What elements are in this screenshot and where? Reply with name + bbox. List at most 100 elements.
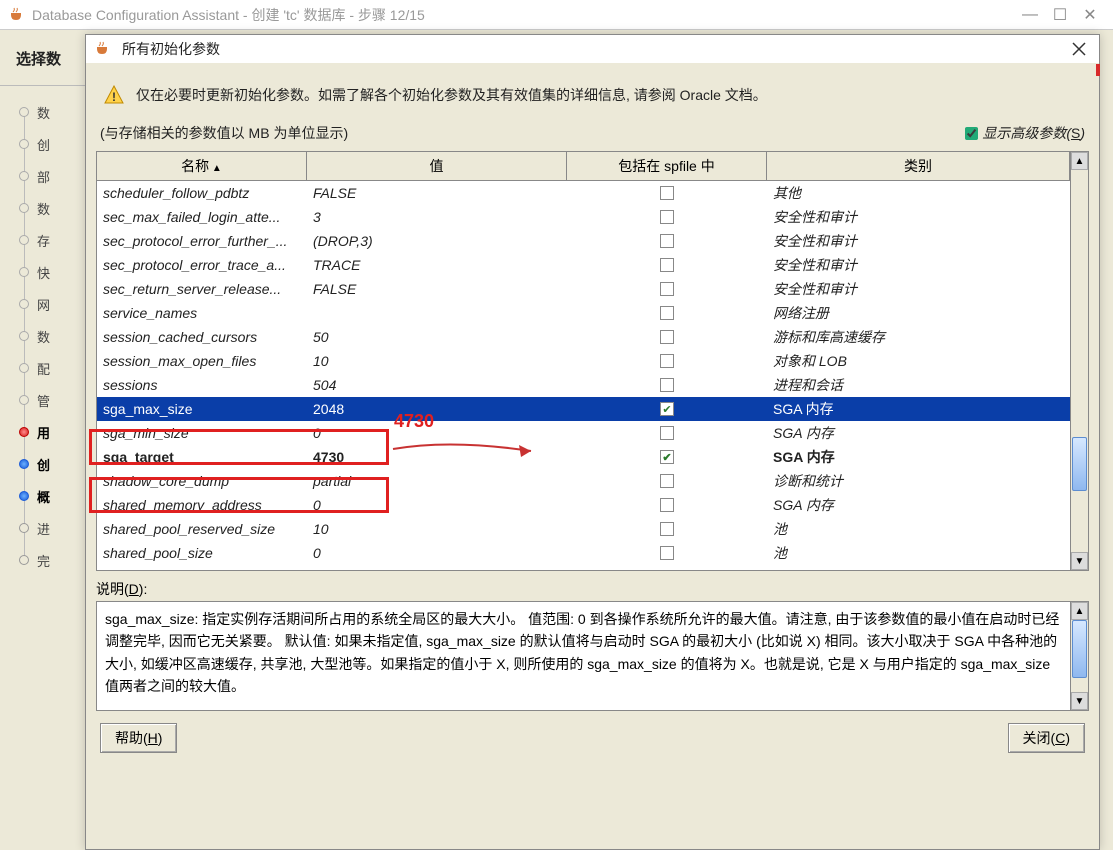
table-row[interactable]: sga_min_size0SGA 内存 (97, 421, 1070, 445)
spfile-checkbox[interactable] (660, 546, 674, 560)
cell-value[interactable]: 4730 (307, 449, 567, 465)
spfile-checkbox[interactable] (660, 306, 674, 320)
table-row[interactable]: sec_protocol_error_trace_a...TRACE安全性和审计 (97, 253, 1070, 277)
wizard-step[interactable]: 完 (24, 548, 75, 572)
wizard-step[interactable]: 部 (24, 164, 75, 188)
wizard-step[interactable]: 快 (24, 260, 75, 284)
spfile-checkbox[interactable] (660, 282, 674, 296)
cell-spfile[interactable] (567, 498, 767, 512)
spfile-checkbox[interactable] (660, 474, 674, 488)
cell-spfile[interactable] (567, 258, 767, 272)
table-scrollbar[interactable]: ▲ ▼ (1070, 152, 1088, 570)
wizard-step[interactable]: 配 (24, 356, 75, 380)
desc-scroll-down[interactable]: ▼ (1071, 692, 1088, 710)
cell-spfile[interactable] (567, 354, 767, 368)
cell-spfile[interactable] (567, 378, 767, 392)
desc-scroll-up[interactable]: ▲ (1071, 602, 1088, 620)
table-row[interactable]: sec_protocol_error_further_...(DROP,3)安全… (97, 229, 1070, 253)
spfile-checkbox[interactable] (660, 234, 674, 248)
header-spfile[interactable]: 包括在 spfile 中 (567, 152, 767, 180)
cell-spfile[interactable] (567, 306, 767, 320)
cell-spfile[interactable] (567, 330, 767, 344)
description-textarea[interactable]: sga_max_size: 指定实例存活期间所占用的系统全局区的最大大小。 值范… (97, 602, 1070, 710)
wizard-step[interactable]: 进 (24, 516, 75, 540)
table-row[interactable]: sec_max_failed_login_atte...3安全性和审计 (97, 205, 1070, 229)
cell-value[interactable]: FALSE (307, 185, 567, 201)
cell-spfile[interactable] (567, 522, 767, 536)
minimize-button[interactable]: — (1015, 6, 1045, 24)
spfile-checkbox[interactable] (660, 186, 674, 200)
wizard-step[interactable]: 创 (24, 132, 75, 156)
show-advanced-checkbox[interactable]: 显示高级参数(S) (965, 123, 1085, 143)
header-category[interactable]: 类别 (767, 152, 1070, 180)
wizard-step[interactable]: 存 (24, 228, 75, 252)
cell-spfile[interactable] (567, 282, 767, 296)
cell-value[interactable]: 10 (307, 353, 567, 369)
wizard-step[interactable]: 数 (24, 196, 75, 220)
cell-spfile[interactable] (567, 426, 767, 440)
cell-spfile[interactable] (567, 210, 767, 224)
wizard-step[interactable]: 创 (24, 452, 75, 476)
table-row[interactable]: shadow_core_dumppartial诊断和统计 (97, 469, 1070, 493)
cell-spfile[interactable] (567, 186, 767, 200)
desc-scrollbar[interactable]: ▲ ▼ (1070, 602, 1088, 710)
table-row[interactable]: shared_server_sessions共享服务器 (97, 565, 1070, 570)
table-row[interactable]: session_cached_cursors50游标和库高速缓存 (97, 325, 1070, 349)
scroll-up-button[interactable]: ▲ (1071, 152, 1088, 170)
dialog-close-button[interactable] (1067, 39, 1091, 59)
header-name[interactable]: 名称 (97, 152, 307, 180)
wizard-step[interactable]: 网 (24, 292, 75, 316)
spfile-checkbox[interactable] (660, 258, 674, 272)
table-row[interactable]: shared_memory_address0SGA 内存 (97, 493, 1070, 517)
spfile-checkbox[interactable] (660, 522, 674, 536)
main-close-button[interactable]: ✕ (1075, 5, 1105, 25)
help-button[interactable]: 帮助(H) (100, 723, 177, 753)
cell-value[interactable]: 0 (307, 497, 567, 513)
show-advanced-checkbox-input[interactable] (965, 127, 978, 140)
table-row[interactable]: sessions504进程和会话 (97, 373, 1070, 397)
cell-value[interactable]: 0 (307, 545, 567, 561)
cell-value[interactable]: 50 (307, 329, 567, 345)
table-row[interactable]: session_max_open_files10对象和 LOB (97, 349, 1070, 373)
table-row[interactable]: shared_pool_size0池 (97, 541, 1070, 565)
cell-value[interactable]: 10 (307, 521, 567, 537)
spfile-checkbox[interactable]: ✔ (660, 402, 674, 416)
wizard-step[interactable]: 用 (24, 420, 75, 444)
cell-value[interactable]: 0 (307, 425, 567, 441)
spfile-checkbox[interactable] (660, 210, 674, 224)
cell-value[interactable]: (DROP,3) (307, 233, 567, 249)
cell-spfile[interactable] (567, 474, 767, 488)
spfile-checkbox[interactable] (660, 378, 674, 392)
spfile-checkbox[interactable] (660, 498, 674, 512)
wizard-step[interactable]: 数 (24, 100, 75, 124)
close-button[interactable]: 关闭(C) (1008, 723, 1085, 753)
spfile-checkbox[interactable] (660, 354, 674, 368)
cell-spfile[interactable] (567, 234, 767, 248)
cell-value[interactable]: 2048 (307, 401, 567, 417)
scroll-thumb[interactable] (1072, 437, 1087, 490)
cell-spfile[interactable] (567, 546, 767, 560)
header-value[interactable]: 值 (307, 152, 567, 180)
table-row[interactable]: service_names网络注册 (97, 301, 1070, 325)
wizard-step[interactable]: 概 (24, 484, 75, 508)
cell-value[interactable]: partial (307, 473, 567, 489)
spfile-checkbox[interactable] (660, 330, 674, 344)
spfile-checkbox[interactable]: ✔ (660, 450, 674, 464)
cell-spfile[interactable]: ✔ (567, 402, 767, 416)
spfile-checkbox[interactable] (660, 426, 674, 440)
wizard-step[interactable]: 管 (24, 388, 75, 412)
table-row[interactable]: shared_pool_reserved_size10池 (97, 517, 1070, 541)
cell-value[interactable]: 504 (307, 377, 567, 393)
scroll-down-button[interactable]: ▼ (1071, 552, 1088, 570)
cell-value[interactable]: FALSE (307, 281, 567, 297)
wizard-step[interactable]: 数 (24, 324, 75, 348)
table-row[interactable]: sga_max_size2048✔SGA 内存 (97, 397, 1070, 421)
cell-value[interactable]: TRACE (307, 257, 567, 273)
table-row[interactable]: scheduler_follow_pdbtzFALSE其他 (97, 181, 1070, 205)
table-row[interactable]: sec_return_server_release...FALSE安全性和审计 (97, 277, 1070, 301)
maximize-button[interactable]: ☐ (1045, 5, 1075, 25)
cell-spfile[interactable]: ✔ (567, 450, 767, 464)
desc-scroll-thumb[interactable] (1072, 620, 1087, 678)
table-row[interactable]: sga_target4730✔SGA 内存 (97, 445, 1070, 469)
cell-value[interactable]: 3 (307, 209, 567, 225)
